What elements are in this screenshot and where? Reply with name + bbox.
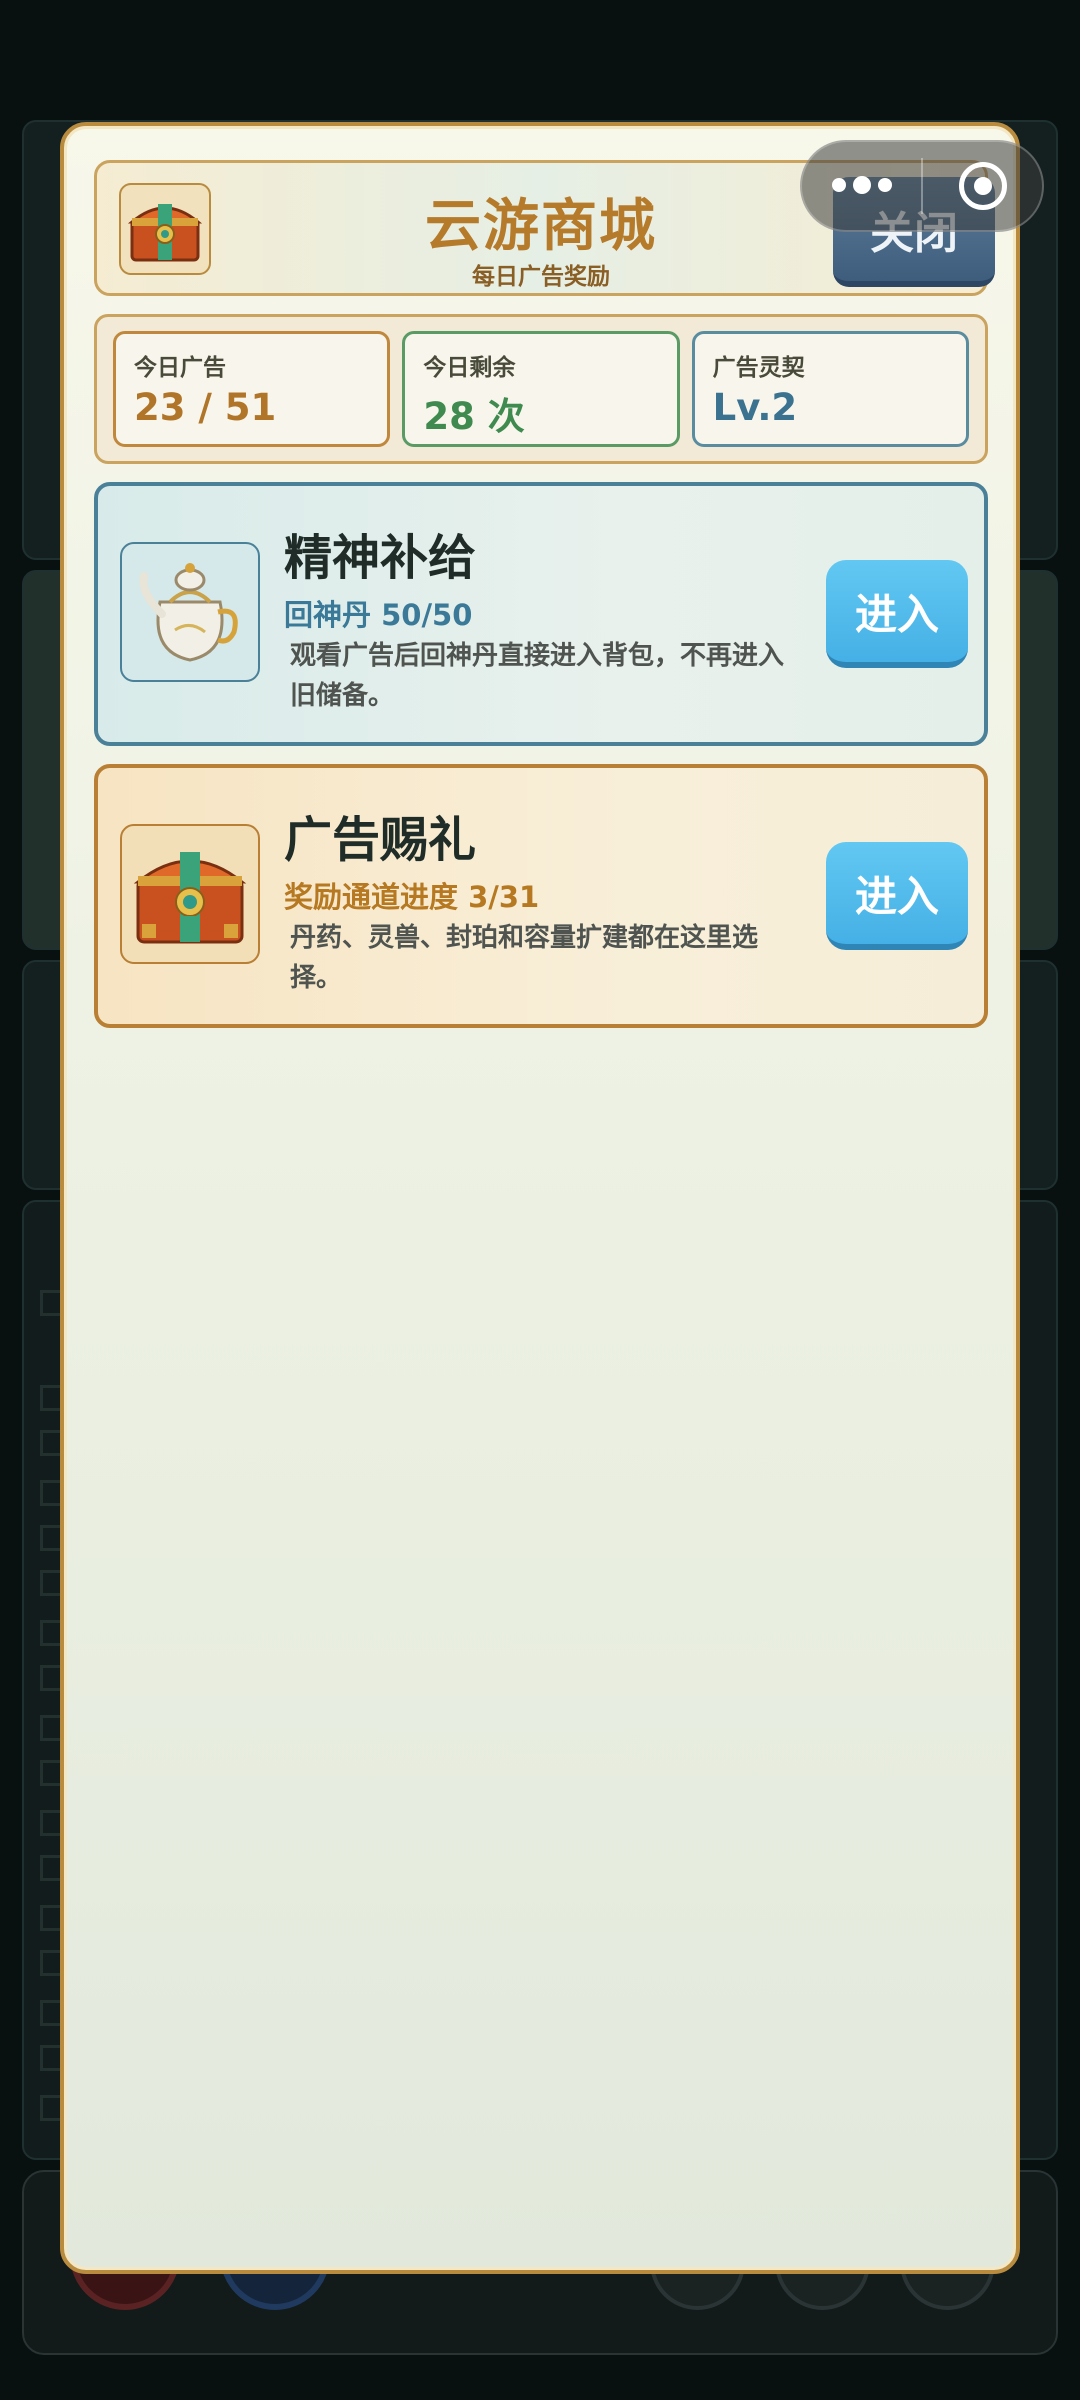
stat-today-remaining: 今日剩余 28 次 — [402, 331, 680, 447]
background-log-line — [40, 2095, 62, 2121]
background-log-line — [40, 1385, 62, 1411]
more-dots-icon — [831, 176, 892, 194]
target-ring-icon — [958, 162, 1007, 210]
stat-label: 今日广告 — [134, 355, 226, 381]
card-title: 广告赐礼 — [284, 812, 477, 868]
enter-button-ad-gift[interactable]: 进入 — [826, 842, 968, 950]
stat-ad-pact-level: 广告灵契 Lv.2 — [691, 331, 969, 447]
mini-program-capsule — [800, 140, 1044, 232]
card-subtitle: 回神丹 50/50 — [284, 598, 473, 632]
background-log-line — [40, 1810, 62, 1836]
card-description: 丹药、灵兽、封珀和容量扩建都在这里选择。 — [290, 923, 759, 993]
teapot-icon — [120, 542, 260, 682]
stat-value: 23 / 51 — [134, 386, 277, 429]
background-log-line — [40, 1620, 62, 1646]
stat-label: 广告灵契 — [712, 355, 805, 381]
spirit-supply-card: 精神补给 回神丹 50/50 观看广告后回神丹直接进入背包，不再进入旧储备。 进… — [94, 482, 988, 746]
card-description: 观看广告后回神丹直接进入背包，不再进入旧储备。 — [290, 641, 785, 711]
background-log-line — [40, 1525, 62, 1551]
background-log-line — [40, 1480, 62, 1506]
background-log-line — [40, 1855, 62, 1881]
background-log-line — [40, 1290, 62, 1316]
shop-modal: 云游商城 每日广告奖励 关闭 今日广告 23 / 51 今日剩余 28 次 广告… — [60, 122, 1020, 2274]
capsule-exit-button[interactable] — [923, 142, 1042, 230]
stats-bar: 今日广告 23 / 51 今日剩余 28 次 广告灵契 Lv.2 — [94, 314, 988, 464]
treasure-chest-icon — [120, 824, 260, 964]
background-log-line — [40, 2045, 62, 2071]
background-log-line — [40, 1430, 62, 1456]
background-log-line — [40, 1665, 62, 1691]
ad-gift-card: 广告赐礼 奖励通道进度 3/31 丹药、灵兽、封珀和容量扩建都在这里选择。 进入 — [94, 764, 988, 1028]
stat-value: Lv.2 — [712, 386, 798, 429]
stat-label: 今日剩余 — [423, 355, 516, 381]
stat-value: 28 次 — [423, 395, 525, 438]
background-log-line — [40, 1760, 62, 1786]
background-log-line — [40, 1905, 62, 1931]
background-log-line — [40, 1570, 62, 1596]
card-subtitle: 奖励通道进度 3/31 — [284, 880, 540, 914]
background-log-line — [40, 1950, 62, 1976]
background-log-line — [40, 1715, 62, 1741]
card-title: 精神补给 — [284, 530, 477, 586]
background-log-line — [40, 2000, 62, 2026]
enter-button-spirit-supply[interactable]: 进入 — [826, 560, 968, 668]
capsule-more-button[interactable] — [802, 142, 921, 230]
stat-today-ads: 今日广告 23 / 51 — [113, 331, 391, 447]
